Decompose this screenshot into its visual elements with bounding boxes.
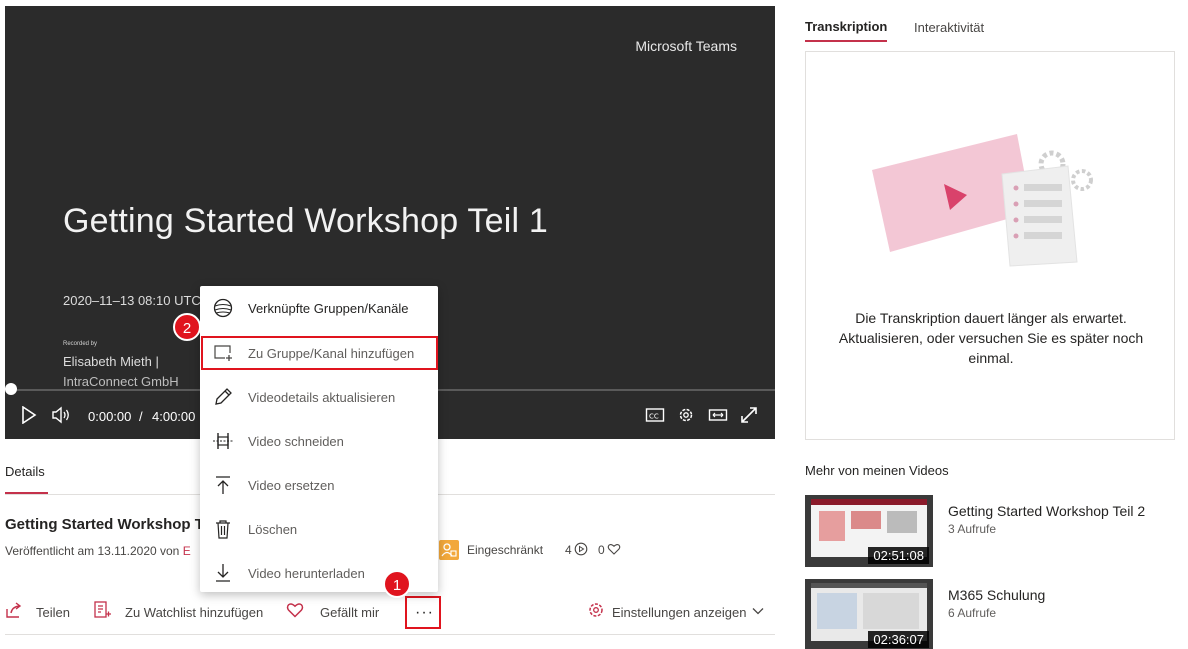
time-separator: / <box>139 409 143 424</box>
recorded-by-label: Recorded by <box>63 341 98 347</box>
more-videos-heading: Mehr von meinen Videos <box>805 463 949 478</box>
video-title-link[interactable]: Getting Started Workshop Teil 2 <box>948 503 1145 519</box>
watermark-brand: Microsoft Teams <box>635 38 737 54</box>
like-heart-icon[interactable] <box>286 601 304 619</box>
globe-icon <box>212 297 234 319</box>
share-button[interactable]: Teilen <box>36 605 70 620</box>
trim-icon <box>212 430 234 452</box>
video-views: 3 Aufrufe <box>948 522 997 536</box>
add-to-group-icon <box>212 342 234 364</box>
like-button[interactable]: Gefällt mir <box>320 605 379 620</box>
video-title-link[interactable]: M365 Schulung <box>948 587 1045 603</box>
settings-gear-icon[interactable] <box>677 406 695 424</box>
menu-item-trim-video[interactable]: Video schneiden <box>200 419 438 463</box>
upload-icon <box>212 474 234 496</box>
menu-item-label: Videodetails aktualisieren <box>248 390 396 405</box>
share-icon[interactable] <box>5 601 23 619</box>
video-thumbnail[interactable]: 02:51:08 <box>805 495 933 567</box>
menu-item-label: Verknüpfte Gruppen/Kanäle <box>248 301 409 316</box>
more-options-icon: ··· <box>415 604 434 621</box>
svg-text:CC: CC <box>649 413 659 421</box>
menu-item-label: Zu Gruppe/Kanal hinzufügen <box>248 346 415 361</box>
more-options-menu: Verknüpfte Gruppen/Kanäle Zu Gruppe/Kana… <box>200 286 438 592</box>
settings-icon[interactable] <box>587 601 605 619</box>
more-options-button[interactable]: ··· <box>405 596 441 629</box>
likes-count: 0 <box>598 543 605 557</box>
tab-transcription[interactable]: Transkription <box>805 19 887 34</box>
trash-icon <box>212 518 234 540</box>
watchlist-button[interactable]: Zu Watchlist hinzufügen <box>125 605 263 620</box>
play-icon[interactable] <box>21 406 37 424</box>
presenter-name: Elisabeth Mieth | <box>63 354 159 369</box>
menu-item-linked-groups[interactable]: Verknüpfte Gruppen/Kanäle <box>200 286 438 330</box>
fullscreen-icon[interactable] <box>740 406 758 424</box>
heart-icon <box>607 542 621 556</box>
views-count: 4 <box>565 543 572 557</box>
time-current: 0:00:00 <box>88 409 132 424</box>
time-total: 4:00:00 <box>152 409 196 424</box>
menu-item-delete[interactable]: Löschen <box>200 507 438 551</box>
step-badge-2: 2 <box>173 313 201 341</box>
tab-interactivity[interactable]: Interaktivität <box>914 20 984 35</box>
watchlist-icon[interactable] <box>93 600 111 620</box>
progress-handle[interactable] <box>5 383 17 395</box>
transcript-illustration <box>872 132 1102 267</box>
slide-date: 2020–11–13 08:10 UTC <box>63 293 201 308</box>
video-duration: 02:36:07 <box>868 631 929 648</box>
menu-item-label: Video schneiden <box>248 434 344 449</box>
video-title: Getting Started Workshop Teil 1 <box>5 516 232 533</box>
video-views: 6 Aufrufe <box>948 606 997 620</box>
tab-active-indicator <box>805 40 887 42</box>
video-duration: 02:51:08 <box>868 547 929 564</box>
menu-item-label: Video ersetzen <box>248 478 335 493</box>
slide-title: Getting Started Workshop Teil 1 <box>63 202 548 240</box>
video-thumbnail[interactable]: 02:36:07 <box>805 579 933 649</box>
menu-item-label: Löschen <box>248 522 298 537</box>
step-badge-1: 1 <box>383 570 411 598</box>
chevron-down-icon[interactable] <box>751 604 765 618</box>
download-icon <box>212 562 234 584</box>
volume-icon[interactable] <box>51 406 71 424</box>
published-author-link[interactable]: E <box>183 544 191 558</box>
pencil-icon <box>212 386 234 408</box>
captions-icon[interactable]: CC <box>645 406 665 424</box>
transcript-status-message: Die Transkription dauert länger als erwa… <box>838 310 1144 366</box>
tab-details[interactable]: Details <box>5 464 45 479</box>
restricted-label: Eingeschränkt <box>467 543 544 557</box>
published-prefix: Veröffentlicht am 13.11.2020 von <box>5 544 180 558</box>
menu-item-update-details[interactable]: Videodetails aktualisieren <box>200 375 438 419</box>
divider <box>5 634 775 635</box>
show-settings-button[interactable]: Einstellungen anzeigen <box>612 605 746 620</box>
menu-item-replace-video[interactable]: Video ersetzen <box>200 463 438 507</box>
presenter-org: IntraConnect GmbH <box>63 374 179 389</box>
transcript-panel: Die Transkription dauert länger als erwa… <box>805 51 1175 440</box>
menu-item-add-to-group[interactable]: Zu Gruppe/Kanal hinzufügen <box>201 336 438 370</box>
restricted-icon <box>439 540 459 560</box>
published-info: Veröffentlicht am 13.11.2020 von E <box>5 544 191 558</box>
theater-mode-icon[interactable] <box>708 406 728 424</box>
views-icon <box>574 542 588 556</box>
menu-item-label: Video herunterladen <box>248 566 365 581</box>
